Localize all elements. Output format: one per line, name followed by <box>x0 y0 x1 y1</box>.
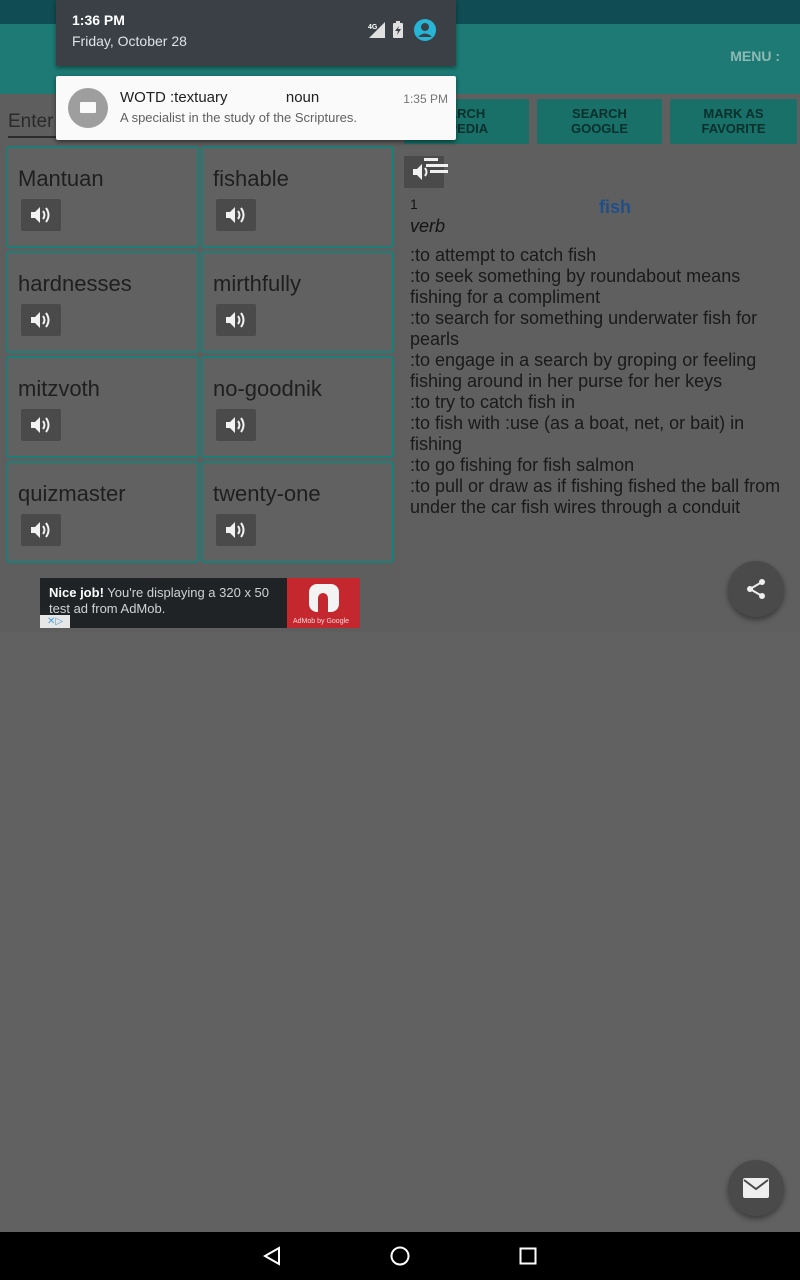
account-icon[interactable] <box>414 19 436 41</box>
ad-choices-icon[interactable]: ✕▷ <box>40 615 70 628</box>
status-time: 1:36 PM <box>72 12 125 28</box>
speaker-button[interactable] <box>216 199 256 231</box>
ad-bold-text: Nice job! <box>49 585 104 600</box>
mark-as-favorite-label: MARK AS FAVORITE <box>701 106 766 136</box>
notification-title: WOTD :textuary noun <box>120 89 320 106</box>
list-menu-icon[interactable] <box>424 158 448 176</box>
definition-line: :to fish with :use (as a boat, net, or b… <box>410 413 745 454</box>
word-card[interactable]: Mantuan <box>6 146 199 248</box>
speaker-button[interactable] <box>216 514 256 546</box>
speaker-icon <box>226 417 245 433</box>
part-of-speech: verb <box>410 216 446 236</box>
home-icon[interactable] <box>389 1245 411 1267</box>
speaker-icon <box>226 522 245 538</box>
quick-settings-header[interactable]: 1:36 PM Friday, October 28 4G <box>56 0 456 66</box>
word-label: Mantuan <box>18 166 104 191</box>
speaker-button[interactable] <box>21 514 61 546</box>
speaker-button[interactable] <box>21 409 61 441</box>
speaker-icon <box>31 207 50 223</box>
notification-body: A specialist in the study of the Scriptu… <box>120 110 358 125</box>
status-icons: 4G <box>368 19 438 41</box>
back-icon[interactable] <box>262 1246 282 1266</box>
word-label: quizmaster <box>18 481 126 506</box>
mail-icon <box>743 1178 769 1198</box>
definition-list: :to attempt to catch fish :to seek somet… <box>410 245 790 518</box>
battery-icon <box>393 21 403 38</box>
definition-line: :to go fishing for fish salmon <box>410 455 635 475</box>
speaker-icon <box>226 312 245 328</box>
word-label: mitzvoth <box>18 376 100 401</box>
admob-logo: AdMob by Google <box>287 578 360 628</box>
word-label: hardnesses <box>18 271 132 296</box>
word-label: twenty-one <box>213 481 321 506</box>
speaker-icon <box>226 207 245 223</box>
status-date: Friday, October 28 <box>72 33 187 49</box>
network-type: 4G <box>368 24 378 31</box>
sense-number: 1 <box>410 196 418 212</box>
definition-line: :to seek something by roundabout means f… <box>410 266 741 307</box>
ad-banner[interactable]: Nice job! You're displaying a 320 x 50 t… <box>40 578 360 628</box>
speaker-button[interactable] <box>21 199 61 231</box>
word-label: mirthfully <box>213 271 302 296</box>
definition-line: :to search for something underwater fish… <box>410 308 758 349</box>
share-icon <box>747 579 765 599</box>
menu-button[interactable]: MENU : <box>730 48 780 64</box>
word-card[interactable]: mitzvoth <box>6 356 199 458</box>
email-button[interactable] <box>728 1160 784 1216</box>
notification-app-icon <box>68 88 108 128</box>
signal-4g-icon: 4G <box>368 22 385 38</box>
definition-line: :to engage in a search by groping or fee… <box>410 350 757 391</box>
word-card[interactable]: fishable <box>201 146 394 248</box>
ad-text: Nice job! You're displaying a 320 x 50 t… <box>49 585 289 617</box>
speaker-icon <box>31 417 50 433</box>
notification-time: 1:35 PM <box>403 92 448 106</box>
system-navigation-bar <box>0 1232 800 1280</box>
mark-as-favorite-button[interactable]: MARK AS FAVORITE <box>670 99 797 144</box>
word-label: no-goodnik <box>213 376 322 401</box>
speaker-button[interactable] <box>216 304 256 336</box>
word-card[interactable]: twenty-one <box>201 461 394 563</box>
speaker-button[interactable] <box>216 409 256 441</box>
word-card[interactable]: mirthfully <box>201 251 394 353</box>
definition-line: :to try to catch fish in <box>410 392 576 412</box>
headword: fish <box>599 197 632 217</box>
admob-icon <box>309 584 339 612</box>
speaker-button[interactable] <box>21 304 61 336</box>
search-google-label: SEARCH GOOGLE <box>570 106 629 136</box>
definition-line: :to attempt to catch fish <box>410 245 597 265</box>
definition-line: :to pull or draw as if fishing fished th… <box>410 476 781 517</box>
word-card[interactable]: no-goodnik <box>201 356 394 458</box>
speaker-icon <box>31 312 50 328</box>
word-card[interactable]: quizmaster <box>6 461 199 563</box>
recents-icon[interactable] <box>519 1247 537 1265</box>
word-card[interactable]: hardnesses <box>6 251 199 353</box>
admob-caption: AdMob by Google <box>293 618 350 625</box>
speaker-icon <box>31 522 50 538</box>
search-google-button[interactable]: SEARCH GOOGLE <box>537 99 662 144</box>
word-label: fishable <box>213 166 289 191</box>
share-button[interactable] <box>728 561 784 617</box>
wotd-notification[interactable]: WOTD :textuary noun 1:35 PM A specialist… <box>56 76 456 140</box>
